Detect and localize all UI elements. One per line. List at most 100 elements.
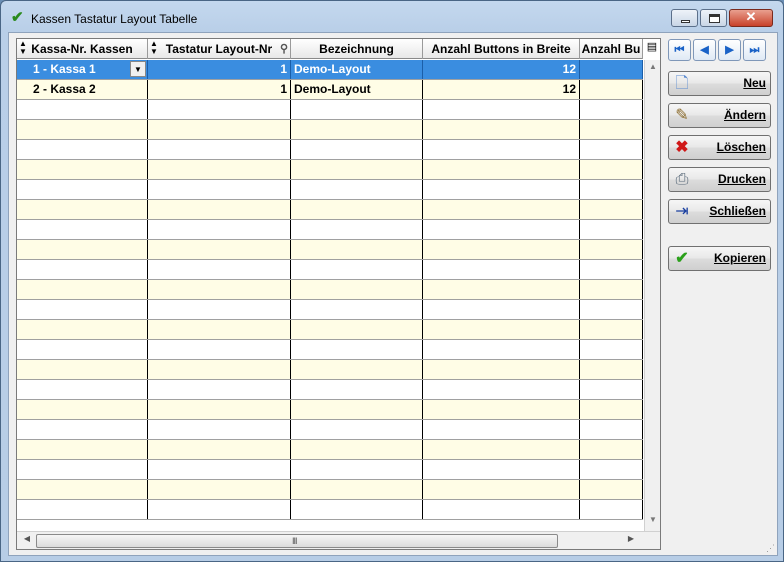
scroll-right-icon[interactable]: ▶ xyxy=(623,534,639,548)
table-cell-buttons-breite[interactable] xyxy=(423,140,580,159)
table-cell-bezeichnung[interactable] xyxy=(291,100,423,119)
table-cell-buttons-hoehe[interactable] xyxy=(580,100,643,119)
close-window-button[interactable]: ✕ xyxy=(729,9,773,27)
table-cell-layout-nr[interactable] xyxy=(148,320,291,339)
scroll-up-icon[interactable]: ▲ xyxy=(645,62,660,76)
table-cell-buttons-hoehe[interactable] xyxy=(580,180,643,199)
table-cell-kassa[interactable] xyxy=(17,140,148,159)
table-cell-layout-nr[interactable] xyxy=(148,100,291,119)
table-cell-layout-nr[interactable] xyxy=(148,360,291,379)
data-grid[interactable]: ▲ ▼ Kassa-Nr. Kassen ▲ ▼ Tastatur Layout-N… xyxy=(16,38,661,550)
table-cell-bezeichnung[interactable] xyxy=(291,420,423,439)
table-cell-buttons-hoehe[interactable] xyxy=(580,200,643,219)
table-cell-buttons-hoehe[interactable] xyxy=(580,440,643,459)
table-cell-bezeichnung[interactable] xyxy=(291,300,423,319)
table-cell-buttons-hoehe[interactable] xyxy=(580,400,643,419)
column-header-bezeichnung[interactable]: Bezeichnung xyxy=(291,39,423,59)
table-cell-layout-nr[interactable] xyxy=(148,120,291,139)
table-cell-kassa[interactable] xyxy=(17,260,148,279)
table-cell-buttons-breite[interactable]: 12 xyxy=(423,60,580,79)
column-header-kassa[interactable]: ▲ ▼ Kassa-Nr. Kassen xyxy=(17,39,148,59)
table-row[interactable] xyxy=(17,460,643,480)
table-cell-buttons-hoehe[interactable] xyxy=(580,420,643,439)
table-cell-buttons-breite[interactable] xyxy=(423,480,580,499)
table-cell-bezeichnung[interactable]: Demo-Layout xyxy=(291,80,423,99)
new-button[interactable]: 🗋 Neu xyxy=(668,71,771,96)
table-cell-buttons-hoehe[interactable] xyxy=(580,240,643,259)
table-cell-bezeichnung[interactable] xyxy=(291,140,423,159)
table-cell-layout-nr[interactable] xyxy=(148,380,291,399)
table-row[interactable] xyxy=(17,200,643,220)
table-cell-kassa[interactable] xyxy=(17,100,148,119)
table-cell-kassa[interactable]: 1 - Kassa 1 ▼ xyxy=(17,60,148,79)
table-row[interactable] xyxy=(17,280,643,300)
table-cell-buttons-breite[interactable] xyxy=(423,500,580,519)
table-row[interactable] xyxy=(17,380,643,400)
table-cell-buttons-hoehe[interactable] xyxy=(580,340,643,359)
table-row[interactable] xyxy=(17,120,643,140)
table-cell-buttons-breite[interactable] xyxy=(423,100,580,119)
dropdown-arrow-icon[interactable]: ▼ xyxy=(130,61,146,77)
table-cell-bezeichnung[interactable] xyxy=(291,500,423,519)
table-cell-bezeichnung[interactable] xyxy=(291,460,423,479)
vertical-scrollbar[interactable]: ▲ ▼ xyxy=(644,60,660,531)
table-cell-buttons-breite[interactable] xyxy=(423,360,580,379)
table-cell-buttons-breite[interactable] xyxy=(423,460,580,479)
table-cell-buttons-breite[interactable] xyxy=(423,240,580,259)
table-cell-buttons-breite[interactable] xyxy=(423,420,580,439)
table-cell-bezeichnung[interactable] xyxy=(291,240,423,259)
minimize-button[interactable] xyxy=(671,9,698,27)
table-cell-bezeichnung[interactable] xyxy=(291,320,423,339)
title-bar[interactable]: ✔ Kassen Tastatur Layout Tabelle ✕ xyxy=(1,1,783,33)
table-cell-buttons-hoehe[interactable] xyxy=(580,280,643,299)
table-row[interactable]: 2 - Kassa 2 1 Demo-Layout 12 xyxy=(17,80,643,100)
table-cell-bezeichnung[interactable] xyxy=(291,180,423,199)
table-cell-buttons-breite[interactable] xyxy=(423,380,580,399)
table-cell-buttons-hoehe[interactable] xyxy=(580,80,643,99)
table-cell-layout-nr[interactable] xyxy=(148,300,291,319)
table-cell-kassa[interactable] xyxy=(17,120,148,139)
table-row[interactable] xyxy=(17,140,643,160)
table-cell-buttons-hoehe[interactable] xyxy=(580,460,643,479)
table-cell-kassa[interactable] xyxy=(17,480,148,499)
table-cell-layout-nr[interactable]: 1 xyxy=(148,80,291,99)
column-chooser-icon[interactable]: ▤ xyxy=(645,40,659,57)
table-row[interactable] xyxy=(17,100,643,120)
column-header-layout-nr[interactable]: ▲ ▼ Tastatur Layout-Nr ⚲ xyxy=(148,39,291,59)
table-cell-bezeichnung[interactable] xyxy=(291,260,423,279)
first-record-button[interactable]: ⏮ xyxy=(668,39,691,61)
table-cell-bezeichnung[interactable] xyxy=(291,200,423,219)
table-row[interactable] xyxy=(17,360,643,380)
table-cell-buttons-hoehe[interactable] xyxy=(580,380,643,399)
table-cell-kassa[interactable] xyxy=(17,460,148,479)
table-cell-kassa[interactable] xyxy=(17,180,148,199)
table-cell-kassa[interactable] xyxy=(17,320,148,339)
table-cell-buttons-hoehe[interactable] xyxy=(580,320,643,339)
table-cell-buttons-breite[interactable] xyxy=(423,440,580,459)
table-cell-bezeichnung[interactable] xyxy=(291,280,423,299)
table-cell-layout-nr[interactable] xyxy=(148,460,291,479)
table-cell-kassa[interactable] xyxy=(17,400,148,419)
table-row[interactable] xyxy=(17,440,643,460)
table-cell-layout-nr[interactable] xyxy=(148,500,291,519)
table-cell-layout-nr[interactable] xyxy=(148,340,291,359)
table-cell-kassa[interactable] xyxy=(17,240,148,259)
column-header-buttons-hoehe[interactable]: Anzahl Bu xyxy=(580,39,643,59)
table-cell-kassa[interactable] xyxy=(17,340,148,359)
table-cell-buttons-breite[interactable] xyxy=(423,280,580,299)
table-row[interactable] xyxy=(17,500,643,520)
print-button[interactable]: ⎙ Drucken xyxy=(668,167,771,192)
sort-icon[interactable]: ▲ ▼ xyxy=(150,40,158,56)
table-cell-kassa[interactable] xyxy=(17,440,148,459)
table-cell-kassa[interactable] xyxy=(17,360,148,379)
horizontal-scroll-thumb[interactable]: III xyxy=(36,534,558,548)
last-record-button[interactable]: ⏭ xyxy=(743,39,766,61)
scroll-down-icon[interactable]: ▼ xyxy=(645,515,660,529)
table-row[interactable] xyxy=(17,180,643,200)
table-cell-kassa[interactable] xyxy=(17,220,148,239)
column-header-buttons-breite[interactable]: Anzahl Buttons in Breite xyxy=(423,39,580,59)
table-cell-bezeichnung[interactable] xyxy=(291,120,423,139)
table-cell-bezeichnung[interactable] xyxy=(291,360,423,379)
table-cell-bezeichnung[interactable] xyxy=(291,400,423,419)
table-cell-buttons-breite[interactable] xyxy=(423,400,580,419)
